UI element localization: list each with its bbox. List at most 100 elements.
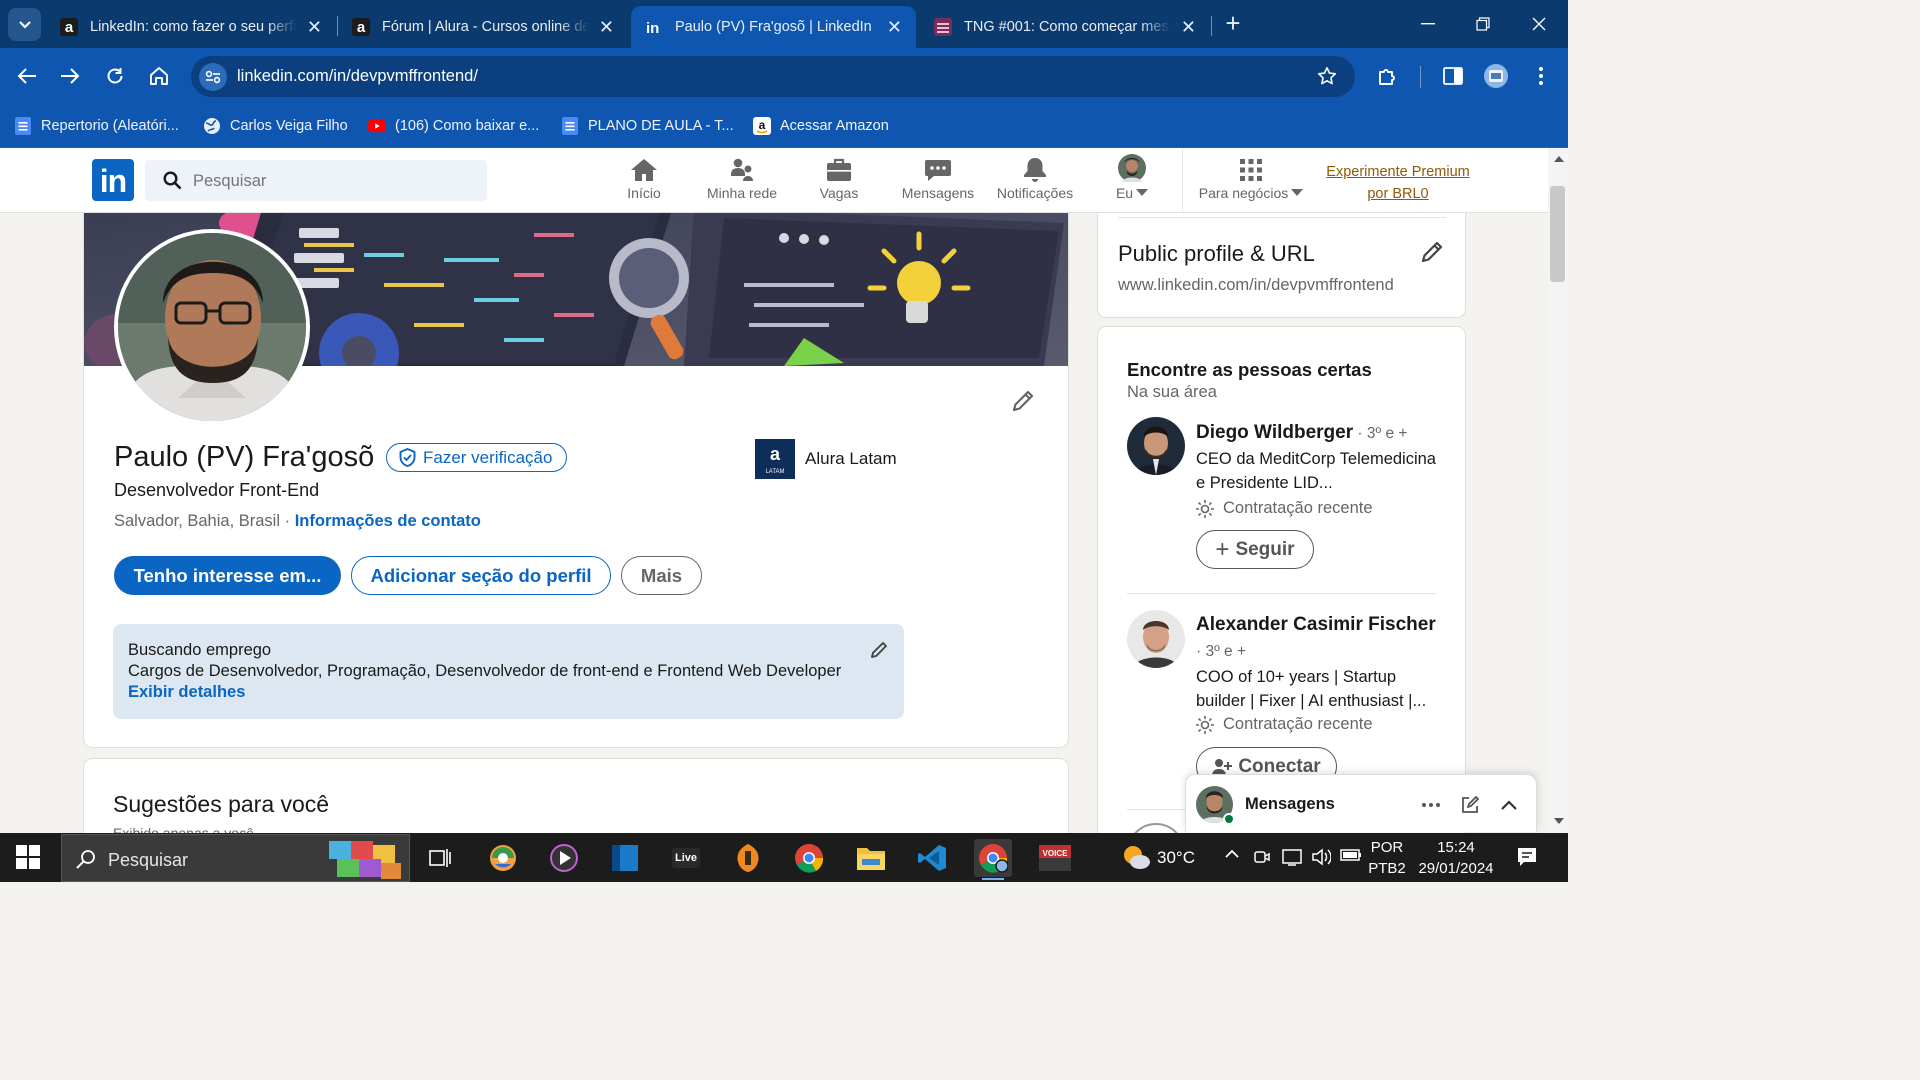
person-name[interactable]: Diego Wildberger xyxy=(1196,422,1353,443)
bookmark-star-icon[interactable] xyxy=(1317,66,1337,86)
taskbar-app-sidebar[interactable] xyxy=(606,839,644,877)
avatar[interactable] xyxy=(1127,610,1185,668)
follow-button[interactable]: + Seguir xyxy=(1196,530,1314,569)
windows-taskbar: Pesquisar Live VOICE 30°C POR PTB2 15:24… xyxy=(0,833,1568,882)
taskbar-app-brave[interactable] xyxy=(484,839,522,877)
clock[interactable]: 15:24 29/01/2024 xyxy=(1416,837,1496,879)
edit-intro-pencil-icon[interactable] xyxy=(1010,388,1036,414)
suggestions-title: Sugestões para você xyxy=(113,791,330,817)
page-scrollbar[interactable] xyxy=(1548,148,1568,832)
profile-photo[interactable] xyxy=(114,229,310,425)
messaging-options-button[interactable] xyxy=(1419,793,1443,817)
battery-icon[interactable] xyxy=(1340,848,1362,862)
show-hidden-icons-chevron-icon[interactable] xyxy=(1224,848,1240,860)
taskbar-app-live[interactable]: Live xyxy=(667,839,705,877)
public-profile-title: Public profile & URL xyxy=(1118,241,1315,266)
bookmark-carlos-veiga[interactable]: Carlos Veiga Filho xyxy=(203,113,348,139)
weather-icon[interactable] xyxy=(1121,844,1151,870)
nav-messaging[interactable]: Mensagens xyxy=(898,156,978,206)
open-to-work-title: Buscando emprego xyxy=(128,641,272,659)
current-company[interactable]: a LATAM Alura Latam xyxy=(755,439,897,479)
connection-degree: · 3º e + xyxy=(1196,643,1247,660)
active-app-indicator xyxy=(982,878,1004,880)
tab-search-dropdown-button[interactable] xyxy=(8,8,41,41)
tab-linkedin-profile-active[interactable]: in Paulo (PV) Fra'gosõ | LinkedIn ✕ xyxy=(631,6,916,48)
get-verified-button[interactable]: Fazer verificação xyxy=(386,443,568,472)
scroll-down-arrow-icon[interactable] xyxy=(1554,818,1564,824)
url-text[interactable]: linkedin.com/in/devpvmffrontend/ xyxy=(237,67,478,86)
open-to-work-card[interactable]: Buscando emprego Cargos de Desenvolvedor… xyxy=(113,624,904,719)
taskbar-app-file-explorer[interactable] xyxy=(852,839,890,877)
taskbar-app-media-player[interactable] xyxy=(545,839,583,877)
messaging-overlay[interactable]: Mensagens xyxy=(1185,774,1537,832)
chrome-menu-button[interactable] xyxy=(1527,62,1555,90)
scroll-up-arrow-icon[interactable] xyxy=(1554,156,1564,162)
home-button[interactable] xyxy=(145,62,173,90)
taskbar-app-chrome[interactable] xyxy=(790,839,828,877)
linkedin-logo-icon[interactable]: in xyxy=(92,159,134,201)
close-tab-icon[interactable]: ✕ xyxy=(1181,17,1196,38)
open-to-button[interactable]: Tenho interesse em... xyxy=(114,556,341,595)
edit-url-pencil-icon[interactable] xyxy=(1419,239,1445,265)
weather-temp[interactable]: 30°C xyxy=(1157,847,1195,868)
close-tab-icon[interactable]: ✕ xyxy=(887,17,902,38)
tab-forum-alura[interactable]: a Fórum | Alura - Cursos online de ✕ xyxy=(338,6,628,48)
nav-home[interactable]: Início xyxy=(619,156,669,206)
profile-button[interactable] xyxy=(1482,62,1510,90)
add-profile-section-button[interactable]: Adicionar seção do perfil xyxy=(351,556,611,595)
tab-linkedin-perfil[interactable]: a LinkedIn: como fazer o seu perfil ✕ xyxy=(46,6,336,48)
forward-button[interactable] xyxy=(56,62,84,90)
person-name[interactable]: Alexander Casimir Fischer xyxy=(1196,614,1436,636)
expand-messaging-button[interactable] xyxy=(1497,793,1521,817)
nav-label: Mensagens xyxy=(901,185,975,201)
taskbar-app-chrome-profile[interactable] xyxy=(974,839,1012,880)
taskbar-search[interactable]: Pesquisar xyxy=(61,834,410,882)
nav-jobs[interactable]: Vagas xyxy=(812,156,866,206)
brave-browser-icon xyxy=(490,845,516,871)
company-logo-sub: LATAM xyxy=(765,469,785,475)
nav-me[interactable]: Eu xyxy=(1112,154,1152,206)
search-input[interactable] xyxy=(193,170,473,192)
reload-button[interactable] xyxy=(101,62,129,90)
nav-my-network[interactable]: Minha rede xyxy=(702,156,782,206)
side-panel-button[interactable] xyxy=(1439,62,1467,90)
extensions-button[interactable] xyxy=(1374,62,1402,90)
nav-notifications[interactable]: Notificações xyxy=(992,156,1078,206)
task-view-button[interactable] xyxy=(421,839,459,877)
network-icon[interactable] xyxy=(1282,848,1302,866)
close-window-button[interactable] xyxy=(1519,10,1559,38)
notification-center-icon[interactable] xyxy=(1517,847,1537,867)
edit-open-to-work-pencil-icon[interactable] xyxy=(869,640,889,660)
bookmark-plano-de-aula[interactable]: PLANO DE AULA - T... xyxy=(561,113,734,139)
tab-tng-001[interactable]: TNG #001: Como começar mesmo ✕ xyxy=(920,6,1210,48)
start-button[interactable] xyxy=(16,845,40,869)
site-settings-icon[interactable] xyxy=(199,63,227,91)
close-tab-icon[interactable]: ✕ xyxy=(307,17,322,38)
volume-icon[interactable] xyxy=(1311,848,1331,866)
taskbar-app-fl-studio[interactable] xyxy=(729,839,767,877)
input-language-indicator[interactable]: POR PTB2 xyxy=(1368,837,1406,879)
address-bar[interactable]: linkedin.com/in/devpvmffrontend/ xyxy=(191,56,1355,97)
compose-message-button[interactable] xyxy=(1458,793,1482,817)
taskbar-app-vscode[interactable] xyxy=(913,839,951,877)
meet-now-icon[interactable] xyxy=(1253,848,1271,866)
bookmark-amazon[interactable]: a Acessar Amazon xyxy=(753,113,889,139)
close-tab-icon[interactable]: ✕ xyxy=(599,17,614,38)
bookmark-youtube[interactable]: (106) Como baixar e... xyxy=(368,113,539,139)
restore-button[interactable] xyxy=(1463,10,1503,38)
scrollbar-thumb[interactable] xyxy=(1550,186,1565,282)
try-premium-link[interactable]: Experimente Premium por BRL0 xyxy=(1322,161,1474,205)
nav-for-business[interactable]: Para negócios xyxy=(1196,156,1306,206)
bookmark-repertorio[interactable]: Repertorio (Aleatóri... xyxy=(14,113,179,139)
contact-info-link[interactable]: Informações de contato xyxy=(295,512,481,530)
more-actions-button[interactable]: Mais xyxy=(621,556,702,595)
person-title: COO of 10+ years | Startup builder | Fix… xyxy=(1196,668,1427,710)
minimize-button[interactable] xyxy=(1408,10,1448,38)
avatar[interactable] xyxy=(1127,417,1185,475)
taskbar-app-voicemeeter[interactable]: VOICE xyxy=(1036,839,1074,877)
global-search[interactable] xyxy=(145,160,487,201)
back-button[interactable] xyxy=(13,62,41,90)
search-icon xyxy=(163,171,182,190)
new-tab-button[interactable]: + xyxy=(1220,10,1246,38)
show-details-link[interactable]: Exibir detalhes xyxy=(128,683,245,702)
